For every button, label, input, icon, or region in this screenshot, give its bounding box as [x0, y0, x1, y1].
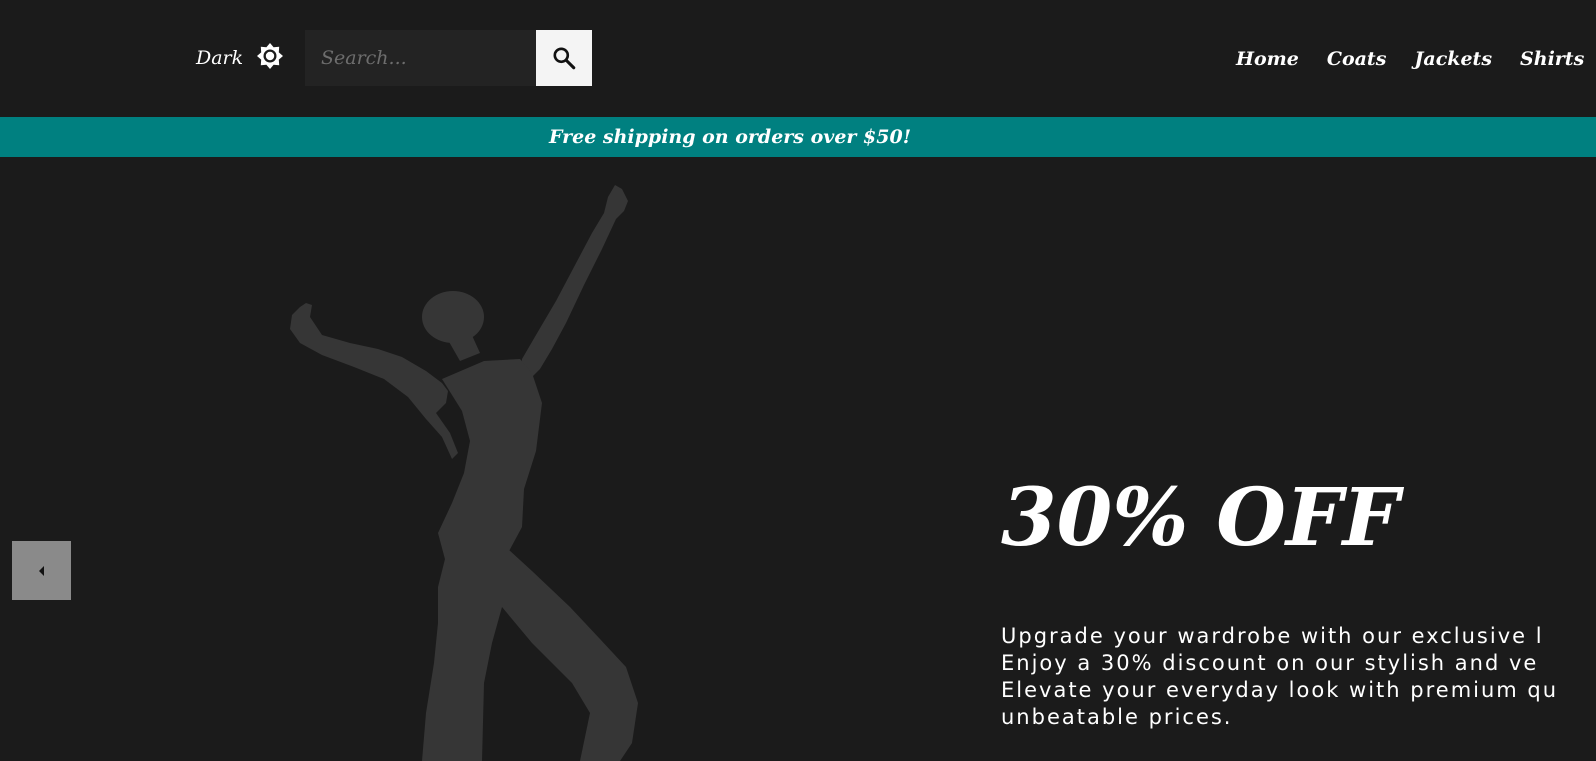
caret-left-icon: [38, 565, 44, 576]
theme-toggle-button[interactable]: [256, 42, 284, 70]
hero-title: 30% OFF: [1001, 470, 1400, 564]
nav-coats[interactable]: Coats: [1327, 44, 1387, 74]
main-nav: Home Coats Jackets Shirts L: [1236, 44, 1596, 74]
site-header: Dark Home Coats Jackets Shirts L: [0, 0, 1596, 117]
hero-description-line: Enjoy a 30% discount on our stylish and …: [1001, 651, 1539, 675]
announcement-bar: Free shipping on orders over $50!: [0, 117, 1596, 157]
carousel-prev-button[interactable]: [12, 541, 71, 600]
announcement-text: Free shipping on orders over $50!: [548, 126, 912, 148]
hero-carousel: 30% OFF Upgrade your wardrobe with our e…: [0, 157, 1596, 761]
search-button[interactable]: [536, 30, 592, 86]
theme-label: Dark: [196, 47, 244, 69]
search-input[interactable]: [305, 30, 536, 86]
hero-description-line: Elevate your everyday look with premium …: [1001, 678, 1559, 702]
nav-jackets[interactable]: Jackets: [1414, 44, 1492, 74]
brightness-icon: [257, 43, 283, 69]
hero-description-line: unbeatable prices.: [1001, 705, 1233, 729]
hero-description-line: Upgrade your wardrobe with our exclusive…: [1001, 624, 1544, 648]
page: Dark Home Coats Jackets Shirts L Free sh…: [0, 0, 1596, 761]
nav-home[interactable]: Home: [1236, 44, 1299, 74]
search-icon: [553, 47, 576, 70]
nav-shirts[interactable]: Shirts: [1520, 44, 1584, 74]
dancer-silhouette-image: [290, 185, 638, 761]
hero-description: Upgrade your wardrobe with our exclusive…: [1001, 623, 1596, 731]
